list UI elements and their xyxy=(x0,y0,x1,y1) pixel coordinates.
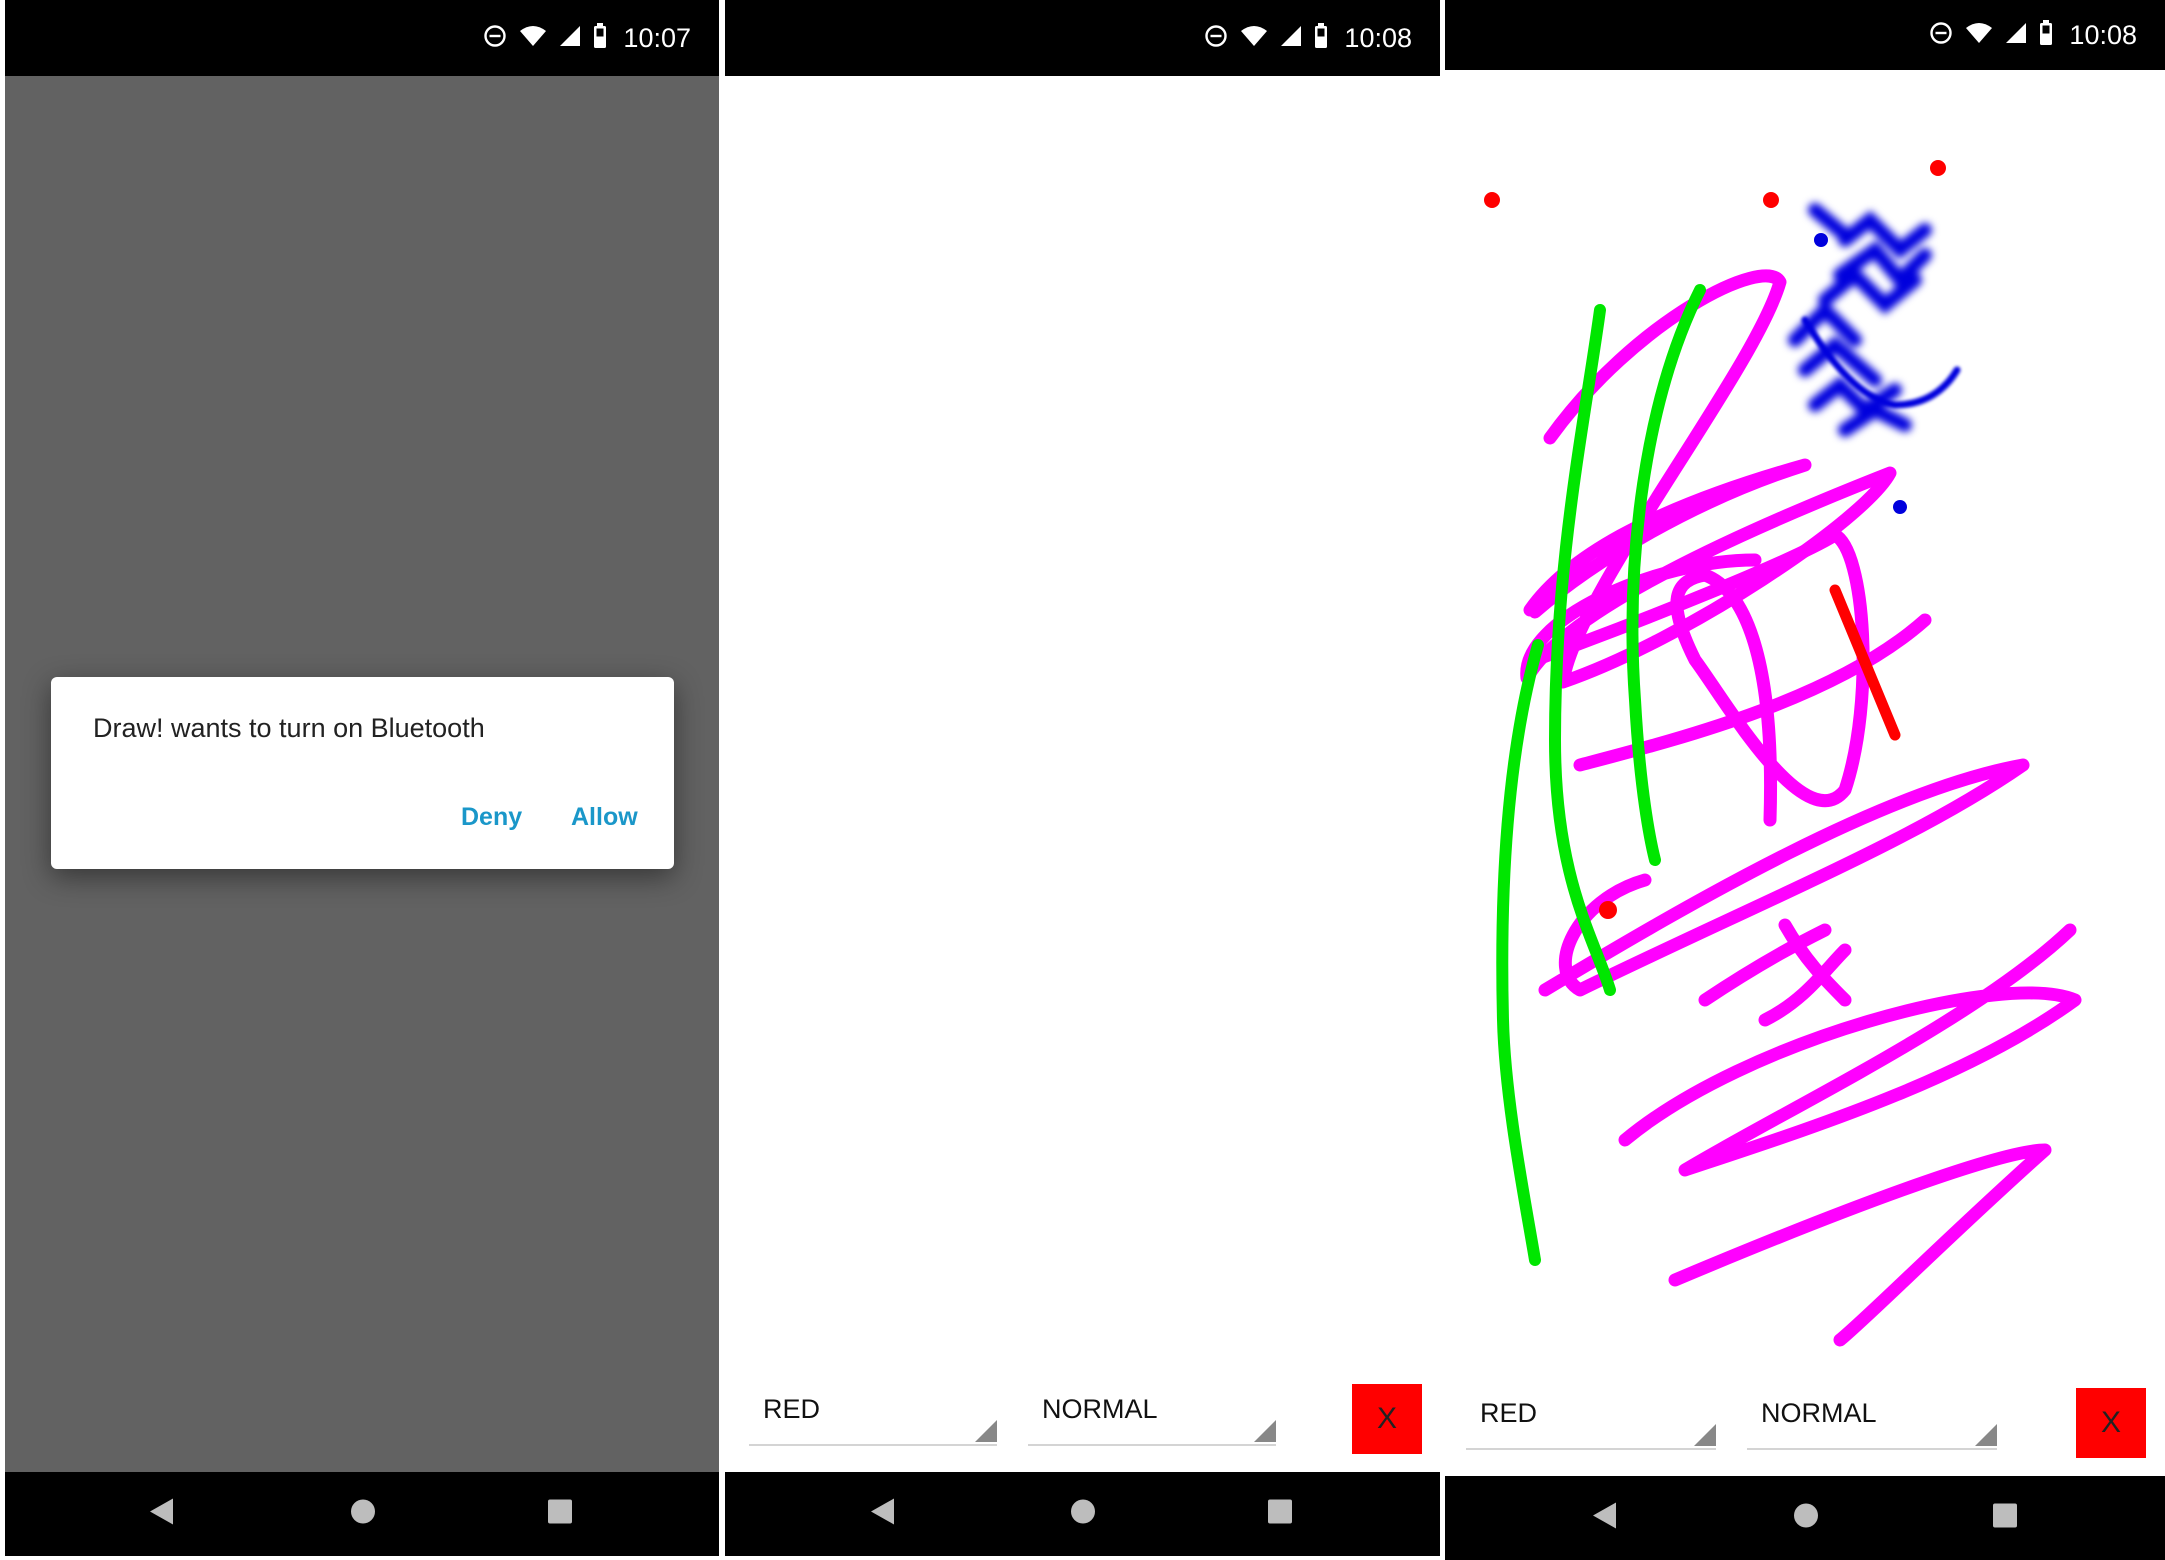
color-spinner[interactable]: RED xyxy=(749,1384,997,1446)
navigation-bar xyxy=(1445,1476,2165,1560)
bluetooth-permission-dialog: Draw! wants to turn on Bluetooth Deny Al… xyxy=(51,677,674,869)
dropdown-arrow-icon xyxy=(1254,1420,1276,1442)
drawing-canvas[interactable] xyxy=(1445,70,2165,1380)
clear-button[interactable]: X xyxy=(1352,1384,1422,1454)
back-icon[interactable] xyxy=(870,1498,896,1531)
dropdown-arrow-icon xyxy=(975,1420,997,1442)
back-icon[interactable] xyxy=(149,1498,175,1531)
recents-icon[interactable] xyxy=(1992,1503,2018,1534)
allow-button[interactable]: Allow xyxy=(571,803,638,832)
do-not-disturb-icon xyxy=(1204,24,1228,53)
do-not-disturb-icon xyxy=(1929,21,1953,50)
battery-icon xyxy=(1314,22,1328,54)
status-bar: 10:07 xyxy=(5,0,719,76)
drawing-canvas[interactable] xyxy=(725,76,1440,1376)
cell-signal-icon xyxy=(559,25,581,52)
status-bar: 10:08 xyxy=(1445,0,2165,70)
screen-2: 10:08 RED NORMAL X xyxy=(725,0,1440,1556)
drawing-strokes xyxy=(1484,160,2082,1347)
battery-icon xyxy=(593,22,607,54)
battery-icon xyxy=(2039,19,2053,51)
back-icon[interactable] xyxy=(1592,1502,1618,1535)
dropdown-arrow-icon xyxy=(1694,1424,1716,1446)
screen-1: 10:07 Draw! wants to turn on Bluetooth D… xyxy=(5,0,719,1556)
recents-icon[interactable] xyxy=(547,1499,573,1530)
color-spinner-value: RED xyxy=(763,1394,821,1424)
dialog-message: Draw! wants to turn on Bluetooth xyxy=(93,713,485,743)
wifi-icon xyxy=(1240,24,1268,53)
status-time: 10:07 xyxy=(623,22,691,53)
dropdown-arrow-icon xyxy=(1975,1424,1997,1446)
home-icon[interactable] xyxy=(350,1499,376,1530)
color-spinner-value: RED xyxy=(1480,1398,1538,1428)
do-not-disturb-icon xyxy=(483,24,507,53)
navigation-bar xyxy=(725,1472,1440,1556)
status-time: 10:08 xyxy=(1344,22,1412,53)
clear-button[interactable]: X xyxy=(2076,1388,2146,1458)
wifi-icon xyxy=(1965,21,1993,50)
deny-button[interactable]: Deny xyxy=(461,803,522,832)
screen-3: 10:08 RED NORMAL X xyxy=(1445,0,2165,1560)
status-bar: 10:08 xyxy=(725,0,1440,76)
cell-signal-icon xyxy=(2005,22,2027,49)
style-spinner-value: NORMAL xyxy=(1042,1394,1158,1424)
recents-icon[interactable] xyxy=(1267,1499,1293,1530)
style-spinner[interactable]: NORMAL xyxy=(1028,1384,1276,1446)
navigation-bar xyxy=(5,1472,719,1556)
wifi-icon xyxy=(519,24,547,53)
blue-airbrush-strokes xyxy=(1788,203,1932,437)
cell-signal-icon xyxy=(1280,25,1302,52)
home-icon[interactable] xyxy=(1070,1499,1096,1530)
status-time: 10:08 xyxy=(2069,19,2137,50)
home-icon[interactable] xyxy=(1793,1503,1819,1534)
style-spinner-value: NORMAL xyxy=(1761,1398,1877,1428)
magenta-strokes xyxy=(1520,269,2082,1347)
style-spinner[interactable]: NORMAL xyxy=(1747,1388,1997,1450)
color-spinner[interactable]: RED xyxy=(1466,1388,1716,1450)
